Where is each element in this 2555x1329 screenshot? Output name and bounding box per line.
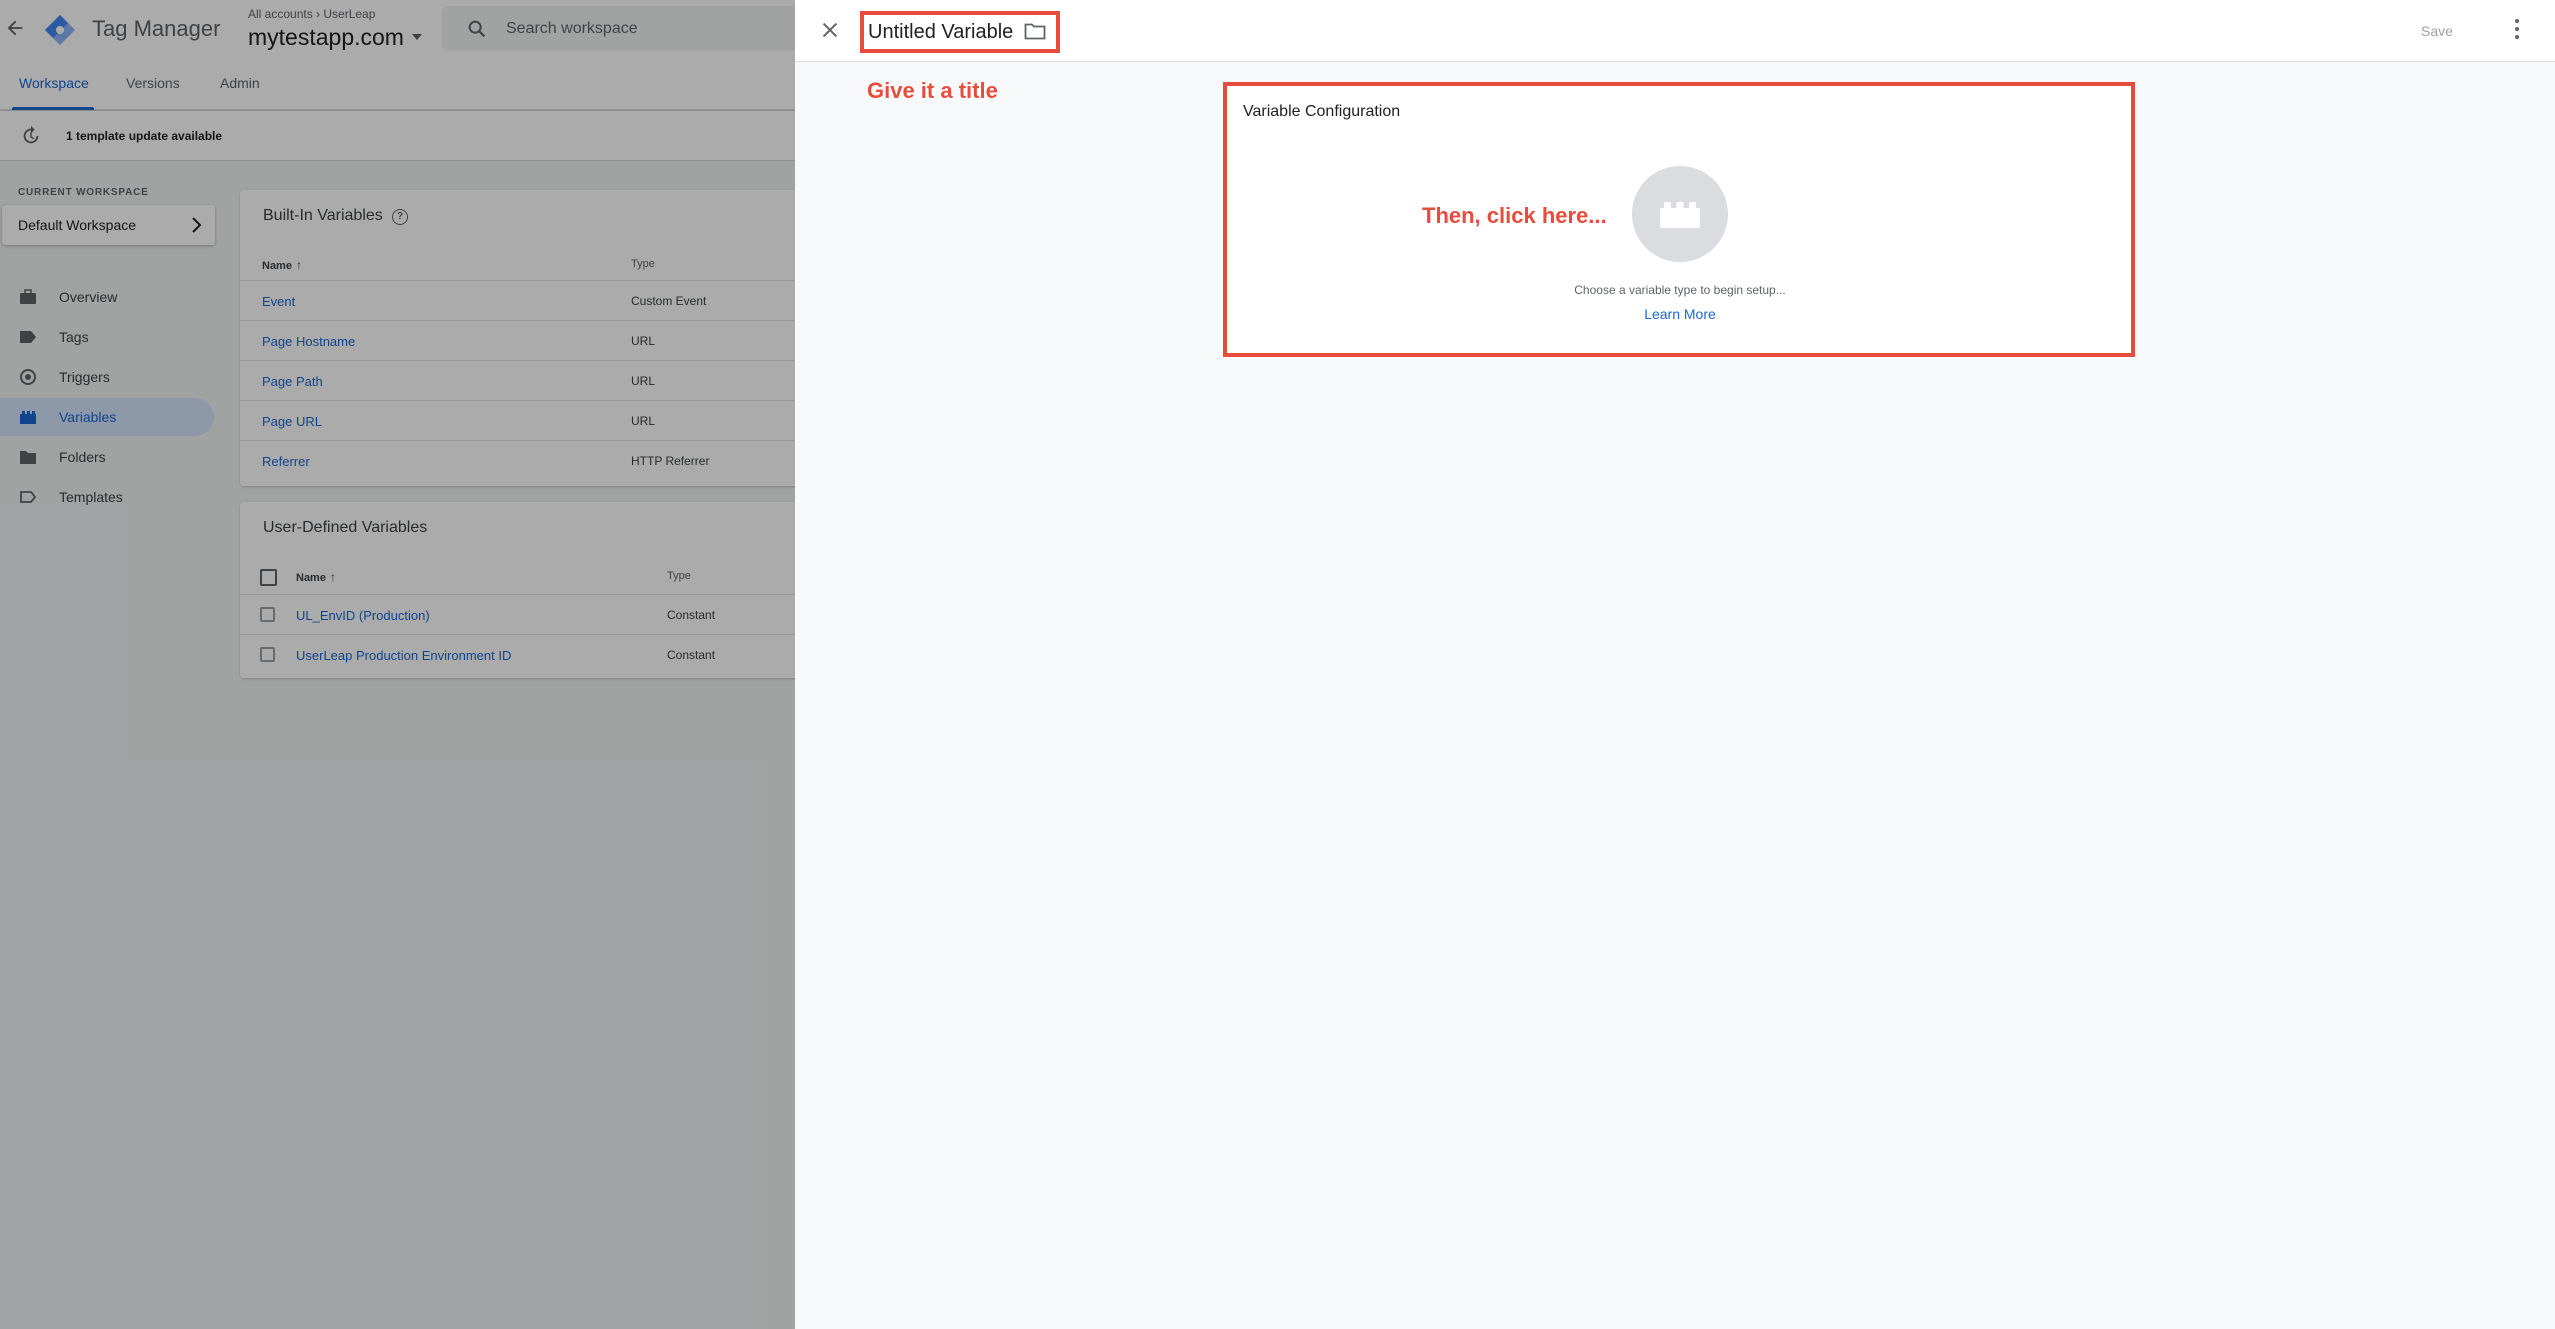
save-button[interactable]: Save [2403, 14, 2471, 48]
variable-title-field[interactable]: Untitled Variable [860, 11, 1060, 53]
more-options-icon[interactable] [2513, 17, 2521, 41]
config-hint-text: Choose a variable type to begin setup... [1574, 283, 1786, 297]
annotation-title-hint: Give it a title [867, 78, 998, 103]
choose-variable-type-button[interactable] [1632, 166, 1728, 262]
variable-editor-panel: Untitled Variable Save Give it a title V… [795, 0, 2555, 1329]
learn-more-link[interactable]: Learn More [1227, 306, 2133, 322]
folder-icon[interactable] [1024, 22, 1046, 40]
variable-configuration-title: Variable Configuration [1243, 103, 1401, 120]
close-icon[interactable] [819, 19, 841, 41]
brick-icon [1660, 202, 1700, 228]
variable-configuration-card[interactable]: Variable Configuration Then, click here.… [1223, 82, 2135, 357]
panel-header: Untitled Variable Save [795, 0, 2555, 62]
variable-title[interactable]: Untitled Variable [868, 21, 1013, 44]
annotation-click-hint: Then, click here... [1422, 203, 1607, 228]
